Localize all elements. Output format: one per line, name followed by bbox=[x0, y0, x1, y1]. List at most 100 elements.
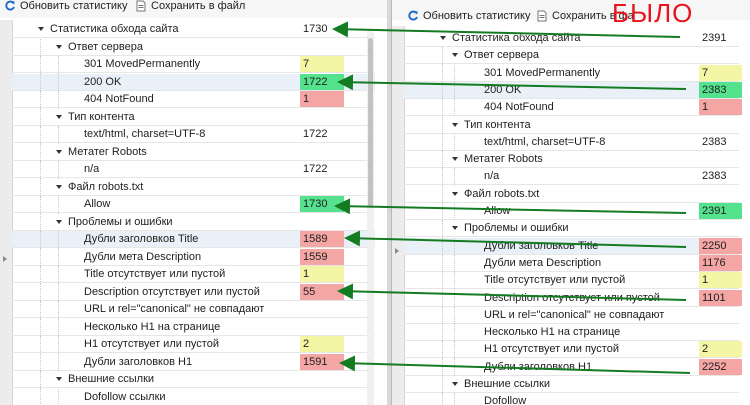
tree-row-label: Тип контента bbox=[464, 118, 531, 131]
tree-row[interactable]: 301 MovedPermanently 7 bbox=[12, 56, 375, 74]
tree-row[interactable]: 404 NotFound 1 bbox=[404, 99, 742, 117]
tree-guide-line bbox=[58, 91, 59, 109]
tree-guide-line bbox=[58, 301, 59, 319]
tree-guide-line bbox=[58, 266, 59, 284]
tree-row[interactable]: Дубли заголовков H1 2252 bbox=[404, 358, 742, 376]
tree-row[interactable]: text/html, charset=UTF-8 1722 bbox=[12, 126, 375, 144]
tree-row-label: Description отсутствует или пустой bbox=[84, 285, 260, 298]
tree-row[interactable]: Дубли мета Description 1559 bbox=[12, 248, 375, 266]
tree-row[interactable]: Ответ сервера bbox=[404, 47, 739, 65]
tree-row[interactable]: Дубли заголовков Title 2250 bbox=[404, 237, 742, 255]
tree-guide-line bbox=[40, 178, 41, 196]
tree-row[interactable]: Дубли заголовков H1 1591 bbox=[12, 353, 375, 371]
tree-guide-line bbox=[40, 231, 41, 249]
tree-row[interactable]: Внешние ссылки bbox=[12, 371, 375, 389]
tree-row[interactable]: 200 OK 2383 bbox=[404, 81, 742, 100]
expand-toggle-icon[interactable] bbox=[452, 191, 458, 196]
rail-arrow-icon[interactable] bbox=[3, 256, 7, 262]
tree-guide-line bbox=[442, 358, 443, 376]
tree-guide-line bbox=[454, 81, 455, 100]
tree-row[interactable]: Description отсутствует или пустой 55 bbox=[12, 283, 375, 301]
tree-guide-line bbox=[454, 393, 455, 405]
tree-row[interactable]: Проблемы и ошибки bbox=[404, 220, 739, 238]
refresh-stats-button-previous[interactable]: Обновить статистику bbox=[407, 6, 530, 26]
tree-guide-line bbox=[454, 289, 455, 307]
tree-guide-line bbox=[58, 56, 59, 74]
tree-row[interactable]: Тип контента bbox=[404, 116, 739, 134]
tree-guide-line bbox=[442, 116, 443, 134]
tree-row[interactable]: URL и rel="canonical" не совпадают bbox=[404, 306, 739, 325]
tree-row[interactable]: Description отсутствует или пустой 1101 bbox=[404, 289, 742, 307]
tree-row[interactable]: Дубли мета Description 1176 bbox=[404, 254, 742, 273]
tree-row[interactable]: Allow 2391 bbox=[404, 203, 742, 221]
refresh-stats-button[interactable]: Обновить статистику bbox=[4, 0, 127, 16]
tree-row[interactable]: Метатег Robots bbox=[404, 151, 739, 169]
tree-row[interactable]: Dofollow bbox=[404, 393, 739, 405]
expand-toggle-icon[interactable] bbox=[56, 149, 62, 154]
tree-row[interactable]: Статистика обхода сайта 1730 bbox=[12, 21, 375, 38]
save-to-file-button[interactable]: Сохранить в файл bbox=[135, 0, 245, 16]
refresh-icon bbox=[5, 0, 15, 11]
expand-toggle-icon[interactable] bbox=[56, 114, 62, 119]
tree-row[interactable]: Несколько H1 на странице bbox=[404, 324, 739, 342]
tree-row-value: 1730 bbox=[303, 23, 328, 35]
tree-row[interactable]: Allow 1730 bbox=[12, 196, 375, 214]
tree-row[interactable]: n/a 2383 bbox=[404, 168, 739, 186]
stats-toolbar-previous: Обновить статистику Сохранить в фа bbox=[392, 0, 750, 22]
tree-row[interactable]: Метатег Robots bbox=[12, 143, 375, 161]
tree-row-value bbox=[300, 389, 344, 405]
expand-toggle-icon[interactable] bbox=[452, 122, 458, 127]
tree-row[interactable]: Title отсутствует или пустой 1 bbox=[404, 272, 742, 290]
tree-row[interactable]: Внешние ссылки bbox=[404, 376, 739, 394]
tree-row-value: 1559 bbox=[300, 248, 344, 265]
tree-row[interactable]: Проблемы и ошибки bbox=[12, 213, 375, 231]
tree-vertical-scrollbar[interactable] bbox=[367, 30, 374, 405]
tree-row[interactable]: Dofollow ссылки bbox=[12, 388, 375, 405]
tree-row[interactable]: 301 MovedPermanently 7 bbox=[404, 64, 742, 82]
expand-toggle-icon[interactable] bbox=[452, 157, 458, 162]
tree-guide-line bbox=[454, 254, 455, 273]
tree-row-value: 2 bbox=[699, 341, 742, 358]
tree-row-label: text/html, charset=UTF-8 bbox=[84, 128, 206, 140]
tree-row[interactable]: 404 NotFound 1 bbox=[12, 91, 375, 109]
tree-guide-line bbox=[40, 353, 41, 371]
rail-arrow-icon[interactable] bbox=[395, 248, 399, 254]
tree-row-label: Allow bbox=[484, 205, 511, 217]
tree-row[interactable]: Несколько H1 на странице bbox=[12, 318, 375, 336]
tree-row[interactable]: n/a 1722 bbox=[12, 161, 375, 179]
tree-row[interactable]: 200 OK 1722 bbox=[12, 73, 375, 91]
tree-row-value: 1 bbox=[300, 266, 344, 282]
tree-guide-line bbox=[58, 196, 59, 214]
expand-toggle-icon[interactable] bbox=[56, 219, 62, 224]
tree-row[interactable]: Файл robots.txt bbox=[12, 178, 375, 196]
tree-row-value: 2 bbox=[300, 336, 344, 352]
tree-row-value bbox=[300, 109, 344, 125]
expand-toggle-icon[interactable] bbox=[56, 377, 62, 381]
expand-toggle-icon[interactable] bbox=[452, 226, 458, 231]
expand-toggle-icon[interactable] bbox=[440, 36, 446, 40]
tree-row[interactable]: Статистика обхода сайта 2391 bbox=[404, 30, 739, 47]
tree-row[interactable]: H1 отсутствует или пустой 2 bbox=[12, 336, 375, 354]
expand-toggle-icon[interactable] bbox=[56, 44, 62, 49]
tree-row-value: 1 bbox=[300, 91, 344, 107]
tree-row-label: Несколько H1 на странице bbox=[484, 326, 621, 339]
tree-row-value: 2383 bbox=[702, 170, 727, 183]
tree-row[interactable]: Файл robots.txt bbox=[404, 185, 739, 203]
tree-row[interactable]: URL и rel="canonical" не совпадают bbox=[12, 301, 375, 319]
tree-row[interactable]: Ответ сервера bbox=[12, 38, 375, 56]
scrollbar-thumb[interactable] bbox=[368, 38, 373, 208]
tree-row[interactable]: Title отсутствует или пустой 1 bbox=[12, 266, 375, 284]
tree-guide-line bbox=[40, 336, 41, 354]
tree-guide-line bbox=[454, 203, 455, 221]
tree-row[interactable]: Тип контента bbox=[12, 108, 375, 126]
before-stamp: БЫЛО bbox=[612, 0, 694, 28]
tree-row[interactable]: H1 отсутствует или пустой 2 bbox=[404, 341, 742, 359]
tree-row[interactable]: Дубли заголовков Title 1589 bbox=[12, 231, 375, 249]
tree-row[interactable]: text/html, charset=UTF-8 2383 bbox=[404, 133, 739, 152]
expand-toggle-icon[interactable] bbox=[452, 53, 458, 58]
expand-toggle-icon[interactable] bbox=[452, 382, 458, 386]
expand-toggle-icon[interactable] bbox=[38, 27, 44, 31]
expand-toggle-icon[interactable] bbox=[56, 184, 62, 189]
tree-row-label: Внешние ссылки bbox=[68, 373, 155, 385]
tree-row-value bbox=[300, 144, 344, 160]
